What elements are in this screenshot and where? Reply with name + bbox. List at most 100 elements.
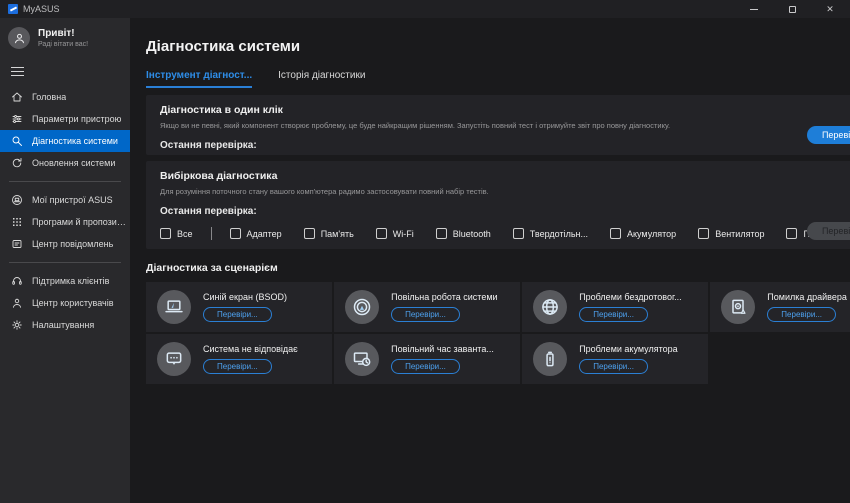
section-description: Для розуміння поточного стану вашого ком…	[160, 187, 850, 196]
driver-warning-icon	[721, 290, 755, 324]
checkbox-icon[interactable]	[436, 228, 447, 239]
sidebar-item-home[interactable]: Головна	[0, 86, 130, 108]
scenario-card-bsod-check-button[interactable]: Перевіри...	[203, 307, 272, 322]
scenario-card-slow-boot-check-button[interactable]: Перевіри...	[391, 359, 460, 374]
sidebar-item-system-diagnostics[interactable]: Діагностика системи	[0, 130, 130, 152]
user-block[interactable]: Привіт! Раді вітати вас!	[0, 18, 130, 51]
checkbox-icon[interactable]	[230, 228, 241, 239]
scenario-card-not-responding[interactable]: Система не відповідаєПеревіри...	[146, 334, 332, 384]
sidebar-item-system-update[interactable]: Оновлення системи	[0, 152, 130, 174]
menu-icon[interactable]	[11, 67, 24, 76]
last-check-label: Остання перевірка:	[160, 140, 850, 151]
message-center-icon	[11, 238, 23, 250]
battery-warning-icon	[533, 342, 567, 376]
checkbox-label: Wi-Fi	[393, 229, 414, 239]
sidebar-item-user-center[interactable]: Центр користувачів	[0, 292, 130, 314]
checkbox-test-5[interactable]: Акумулятор	[610, 228, 676, 239]
sidebar-item-label: Головна	[32, 92, 66, 102]
sidebar-item-label: Підтримка клієнтів	[32, 276, 109, 286]
sidebar-nav: Головна Параметри пристрою Діагностика сис…	[0, 86, 130, 336]
sidebar-item-customer-support[interactable]: Підтримка клієнтів	[0, 270, 130, 292]
scenario-card-title: Синій екран (BSOD)	[203, 292, 287, 302]
scenario-card-battery[interactable]: Проблеми акумулятораПеревіри...	[522, 334, 708, 384]
one-click-diagnostics-section: Діагностика в один клік Якщо ви не певні…	[146, 95, 850, 155]
close-button[interactable]: ✕	[824, 3, 836, 15]
checkbox-label: Пам'ять	[321, 229, 354, 239]
scenario-card-driver-error[interactable]: Помилка драйвера Перевіри...	[710, 282, 850, 332]
checkbox-icon[interactable]	[304, 228, 315, 239]
window-controls: ✕	[748, 3, 842, 15]
headset-icon	[11, 275, 23, 287]
scenario-card-not-responding-check-button[interactable]: Перевіри...	[203, 359, 272, 374]
checkbox-label: Вентилятор	[715, 229, 764, 239]
scenario-card-slow-system-check-button[interactable]: Перевіри...	[391, 307, 460, 322]
sidebar-item-label: Центр повідомлень	[32, 239, 113, 249]
user-greeting-subtext: Раді вітати вас!	[38, 41, 88, 48]
checkbox-test-4[interactable]: Твердотільн...	[513, 228, 588, 239]
checkbox-test-6[interactable]: Вентилятор	[698, 228, 764, 239]
sidebar-item-my-asus-devices[interactable]: Мої пристрої ASUS	[0, 189, 130, 211]
avatar	[8, 27, 30, 49]
laptop-bsod-icon	[157, 290, 191, 324]
checkbox-test-3[interactable]: Bluetooth	[436, 228, 491, 239]
sliders-icon	[11, 113, 23, 125]
checkbox-label: Твердотільн...	[530, 229, 588, 239]
test-checkbox-row: Все Адаптер Пам'ять Wi-Fi Bluetooth Твердотіл…	[160, 227, 850, 240]
devices-icon	[11, 194, 23, 206]
section-title: Вибіркова діагностика	[160, 170, 850, 182]
checkbox-label: Акумулятор	[627, 229, 676, 239]
scenario-cards-grid: Синій екран (BSOD)Перевіри...Повільна ро…	[146, 282, 850, 384]
scenario-card-bsod[interactable]: Синій екран (BSOD) Перевіри...	[146, 282, 332, 332]
sidebar-item-apps-offers[interactable]: Програми й пропозиції від...	[0, 211, 130, 233]
section-description: Якщо ви не певні, який компонент створює…	[160, 121, 850, 130]
checkbox-icon[interactable]	[513, 228, 524, 239]
scenario-card-title: Повільна робота системи	[391, 292, 497, 302]
last-check-label: Остання перевірка:	[160, 206, 850, 217]
scenario-card-slow-system[interactable]: Повільна робота системи Перевіри...	[334, 282, 520, 332]
section-title: Діагностика в один клік	[160, 104, 850, 116]
tab-diagnostic-history[interactable]: Історія діагностики	[278, 70, 365, 88]
scenario-card-wireless[interactable]: Проблеми бездротовог... Перевіри...	[522, 282, 708, 332]
page-title: Діагностика системи	[146, 38, 850, 55]
checkbox-select-all[interactable]: Все	[160, 228, 193, 239]
sidebar-divider	[9, 262, 121, 263]
chat-dots-icon	[157, 342, 191, 376]
apps-grid-icon	[11, 216, 23, 228]
diagnostics-icon	[11, 135, 23, 147]
scenario-card-title: Проблеми бездротовог...	[579, 292, 681, 302]
scenario-card-wireless-check-button[interactable]: Перевіри...	[579, 307, 648, 322]
app-title: MyASUS	[23, 4, 60, 14]
scenario-section-title: Діагностика за сценарієм	[146, 262, 850, 274]
sidebar-item-device-settings[interactable]: Параметри пристрою	[0, 108, 130, 130]
checkbox-icon[interactable]	[786, 228, 797, 239]
maximize-button[interactable]	[786, 3, 798, 15]
sidebar-item-label: Центр користувачів	[32, 298, 114, 308]
checkbox-test-1[interactable]: Пам'ять	[304, 228, 354, 239]
scenario-card-driver-error-check-button[interactable]: Перевіри...	[767, 307, 836, 322]
one-click-check-button[interactable]: Перевірити	[807, 126, 850, 144]
monitor-clock-icon	[345, 342, 379, 376]
user-greeting: Привіт!	[38, 28, 88, 39]
titlebar: MyASUS ✕	[0, 0, 850, 18]
myasus-logo-icon	[8, 4, 18, 14]
sidebar-item-label: Параметри пристрою	[32, 114, 121, 124]
speedometer-icon	[345, 290, 379, 324]
sidebar-item-message-center[interactable]: Центр повідомлень	[0, 233, 130, 255]
checkbox-label: Bluetooth	[453, 229, 491, 239]
checkbox-test-2[interactable]: Wi-Fi	[376, 228, 414, 239]
scenario-card-slow-boot[interactable]: Повільний час заванта...Перевіри...	[334, 334, 520, 384]
checkbox-icon[interactable]	[160, 228, 171, 239]
checkbox-group-divider	[211, 227, 212, 240]
checkbox-icon[interactable]	[610, 228, 621, 239]
gear-icon	[11, 319, 23, 331]
scenario-card-title: Помилка драйвера	[767, 292, 847, 302]
checkbox-label: Адаптер	[247, 229, 282, 239]
sidebar-item-settings[interactable]: Налаштування	[0, 314, 130, 336]
minimize-button[interactable]	[748, 3, 760, 15]
checkbox-icon[interactable]	[376, 228, 387, 239]
checkbox-test-0[interactable]: Адаптер	[230, 228, 282, 239]
tab-diagnostic-tool[interactable]: Інструмент діагност...	[146, 70, 252, 88]
custom-check-button[interactable]: Перевірити	[807, 222, 850, 240]
scenario-card-battery-check-button[interactable]: Перевіри...	[579, 359, 648, 374]
checkbox-icon[interactable]	[698, 228, 709, 239]
